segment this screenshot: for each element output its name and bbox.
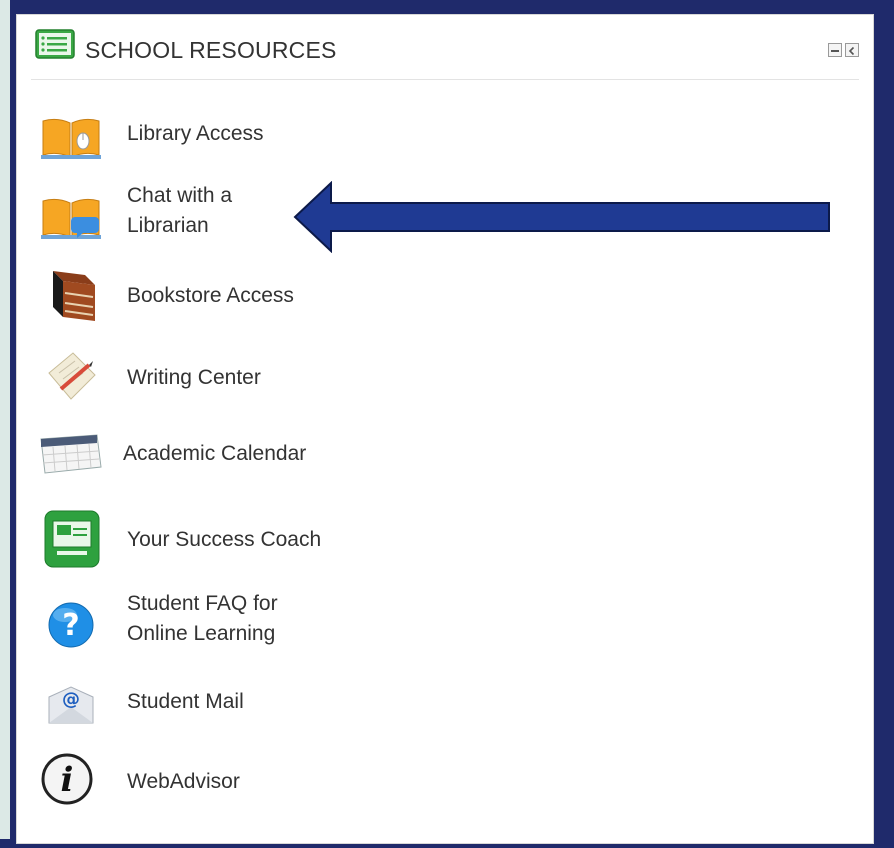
- list-item-webadvisor[interactable]: i WebAdvisor: [39, 749, 419, 809]
- item-label: Student Mail: [127, 690, 244, 713]
- block-header: SCHOOL RESOURCES: [31, 17, 859, 80]
- block-title: SCHOOL RESOURCES: [85, 37, 337, 63]
- block-controls: [828, 43, 859, 59]
- item-label: WebAdvisor: [127, 770, 240, 793]
- item-label: Your Success Coach: [127, 528, 322, 551]
- item-label: Bookstore Access: [127, 284, 294, 307]
- at-mail-icon: @: [48, 686, 94, 724]
- list-item-academic-calendar[interactable]: Academic Calendar: [39, 425, 419, 485]
- list-item-bookstore-access[interactable]: Bookstore Access: [39, 265, 419, 325]
- list-item-student-faq[interactable]: ? Student FAQ for Online Learning: [39, 585, 419, 661]
- svg-text:?: ?: [62, 608, 79, 643]
- list-item-writing-center[interactable]: Writing Center: [39, 347, 419, 407]
- collapse-icon[interactable]: [828, 43, 842, 57]
- item-label: Chat with a Librarian: [127, 184, 233, 237]
- school-resources-block: SCHOOL RESOURCES Library Access Chat wit…: [16, 14, 874, 844]
- item-label: Academic Calendar: [123, 442, 307, 465]
- list-item-student-mail[interactable]: @ Student Mail: [39, 673, 419, 733]
- list-item-library-access[interactable]: Library Access: [39, 107, 419, 167]
- open-book-chat-icon: [41, 198, 101, 239]
- item-label: Student FAQ for Online Learning: [127, 592, 278, 645]
- svg-text:i: i: [61, 760, 74, 800]
- info-icon: i: [41, 753, 93, 805]
- book-stack-icon: [53, 271, 95, 321]
- presentation-board-icon: [44, 510, 100, 568]
- left-arrow-annotation: [293, 181, 830, 253]
- list-item-your-success-coach[interactable]: Your Success Coach: [39, 509, 419, 569]
- left-background-strip: [0, 0, 10, 839]
- svg-text:@: @: [62, 689, 80, 710]
- item-label: Library Access: [127, 122, 264, 145]
- question-icon: ?: [48, 602, 94, 648]
- item-label: Writing Center: [127, 366, 261, 389]
- calendar-icon: [40, 434, 102, 474]
- open-book-mouse-icon: [41, 118, 101, 159]
- list-icon: [35, 29, 75, 59]
- dock-icon[interactable]: [845, 43, 859, 57]
- paper-pencil-icon: [48, 352, 96, 400]
